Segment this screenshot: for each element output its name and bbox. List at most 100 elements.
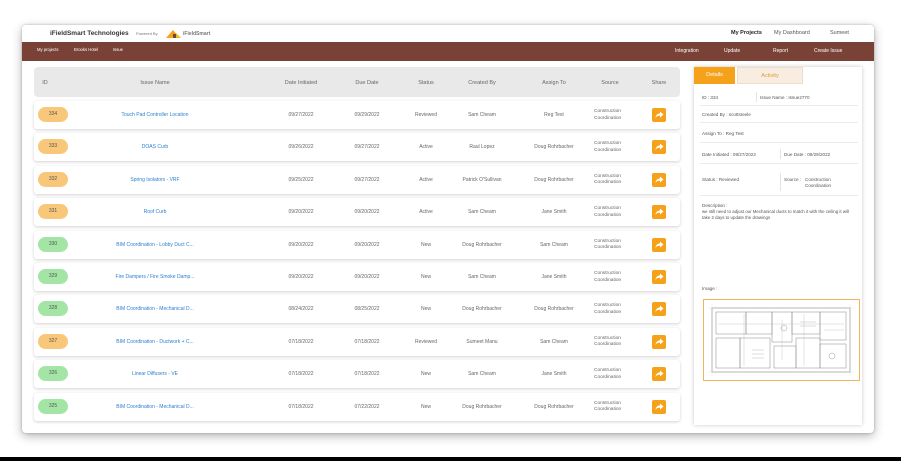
col-status: Status: [418, 80, 434, 86]
table-row[interactable]: 330 BIM Coordination - Lobby Duct C... 09/…: [34, 230, 680, 259]
share-arrow-icon: [655, 370, 663, 378]
share-button[interactable]: [652, 140, 666, 155]
table-row[interactable]: 325 BIM Coordination - Mechanical D... 07/…: [34, 392, 680, 421]
cell-issue-name[interactable]: BIM Coordination - Mechanical D...: [116, 404, 194, 410]
col-source: Source: [601, 80, 619, 86]
cell-source: Construction Coordination: [594, 335, 622, 348]
cell-assign-to: Doug Rohrbacher: [534, 306, 574, 313]
table-row[interactable]: 332 Spring Isolators - VRF 09/25/2022 09/27…: [34, 165, 680, 194]
issue-id-badge[interactable]: 333: [38, 139, 68, 155]
cell-date-initiated: 07/18/2022: [288, 403, 314, 410]
detail-source-line1: Construction: [805, 177, 831, 182]
share-arrow-icon: [655, 143, 663, 151]
share-button[interactable]: [652, 367, 666, 382]
cell-assign-to: Reg Test: [544, 112, 564, 118]
nav-update[interactable]: Update: [724, 48, 740, 54]
issue-id-badge[interactable]: 331: [38, 204, 68, 220]
cell-assign-to: Jane Smith: [541, 274, 567, 280]
table-row[interactable]: 327 BIM Coordination - Ductwork + C... 07/…: [34, 327, 680, 356]
cell-status: New: [420, 241, 432, 248]
issue-id-badge[interactable]: 325: [38, 398, 68, 414]
detail-date-initiated: Date Initiated : 09/27/2022: [702, 152, 756, 157]
cell-due-date: 09/20/2022: [354, 241, 380, 248]
share-arrow-icon: [655, 273, 663, 280]
cell-assign-to: Doug Rohrbacher: [534, 403, 574, 410]
nav-report[interactable]: Report: [773, 48, 788, 54]
share-button[interactable]: [652, 205, 666, 220]
cell-source: Construction Coordination: [594, 303, 622, 315]
share-button[interactable]: [652, 237, 666, 252]
col-share: Share: [651, 80, 667, 86]
detail-source-label: Source :: [784, 177, 802, 182]
col-due-date: Due Date: [355, 80, 379, 86]
detail-id: ID : 334: [702, 95, 719, 100]
share-button[interactable]: [652, 172, 666, 187]
cell-assign-to: Jane Smith: [541, 209, 567, 216]
cell-assign-to: Doug Rohrbacher: [534, 176, 574, 183]
cell-issue-name[interactable]: BIM Coordination - Mechanical D...: [116, 306, 194, 312]
table-row[interactable]: 331 Roof Curb 09/20/2022 09/20/2022 Active Sa…: [34, 198, 680, 227]
table-row[interactable]: 326 Linear Diffusers - VE 07/18/2022 07/18/…: [34, 360, 680, 389]
table-row[interactable]: 333 DOAS Curb 09/26/2022 09/27/2022 Active Ra…: [34, 133, 680, 162]
issue-id-badge[interactable]: 334: [38, 107, 68, 122]
cell-source: Construction Coordination: [594, 368, 622, 380]
issue-id-badge[interactable]: 329: [38, 269, 68, 284]
cell-issue-name[interactable]: DOAS Curb: [142, 144, 168, 150]
nav-my-dashboard[interactable]: My Dashboard: [774, 30, 810, 36]
cell-date-initiated: 07/18/2022: [288, 338, 314, 345]
tab-details[interactable]: Details: [694, 67, 735, 84]
breadcrumb-brooks-hotel[interactable]: Brooks Hotel: [74, 47, 98, 52]
table-row[interactable]: 334 Touch Pad Controller Location 09/27/20…: [34, 101, 680, 129]
top-header: iFieldSmart Technologies Powered By iFie…: [22, 25, 874, 42]
cell-issue-name[interactable]: Touch Pad Controller Location: [122, 112, 189, 118]
app-window: iFieldSmart Technologies Powered By iFie…: [22, 25, 874, 433]
col-assign-to: Assign To: [542, 80, 566, 86]
cell-issue-name[interactable]: Linear Diffusers - VE: [132, 371, 178, 377]
divider: [700, 142, 858, 143]
cell-status: Reviewed: [415, 112, 437, 118]
cell-issue-name[interactable]: Roof Curb: [144, 209, 167, 215]
share-button[interactable]: [652, 108, 666, 122]
issue-id-badge[interactable]: 332: [38, 171, 68, 187]
share-button[interactable]: [652, 334, 666, 349]
share-button[interactable]: [652, 270, 666, 284]
nav-user-sumeet[interactable]: Sumeet: [830, 30, 849, 36]
issue-id-badge[interactable]: 327: [38, 333, 68, 349]
cell-due-date: 09/29/2022: [354, 112, 380, 118]
share-arrow-icon: [655, 111, 663, 118]
cell-issue-name[interactable]: Fire Dampers / Fire Smoke Damp...: [116, 274, 195, 280]
issue-drawing-image[interactable]: [703, 299, 860, 381]
breadcrumb-issue[interactable]: Issue: [113, 47, 123, 52]
cell-issue-name[interactable]: BIM Coordination - Lobby Duct C...: [116, 242, 194, 248]
divider: [756, 92, 757, 102]
nav-integration[interactable]: Integration: [675, 48, 699, 54]
cell-created-by: Sam Cheam: [468, 371, 496, 378]
share-button[interactable]: [652, 302, 666, 317]
detail-assign-to: Assign To : Reg Test: [702, 131, 744, 136]
issue-id-badge[interactable]: 328: [38, 301, 68, 317]
table-row[interactable]: 329 Fire Dampers / Fire Smoke Damp... 09/2…: [34, 263, 680, 291]
detail-status: Status : Reviewed: [702, 177, 740, 182]
cell-due-date: 09/20/2022: [354, 209, 380, 216]
cell-assign-to: Sam Cheam: [540, 338, 568, 345]
detail-description-label: Description :: [702, 203, 728, 208]
breadcrumb-my-projects[interactable]: My projects: [37, 47, 58, 52]
issue-id-badge[interactable]: 330: [38, 236, 68, 252]
cell-issue-name[interactable]: Spring Isolators - VRF: [130, 177, 179, 183]
cell-created-by: Sam Cheam: [468, 112, 496, 118]
divider: [780, 149, 781, 159]
table-row[interactable]: 328 BIM Coordination - Mechanical D... 08/…: [34, 295, 680, 324]
cell-status: Active: [419, 209, 433, 216]
cell-date-initiated: 09/27/2022: [288, 112, 314, 118]
share-button[interactable]: [652, 399, 666, 414]
cell-status: Reviewed: [415, 338, 437, 345]
nav-my-projects[interactable]: My Projects: [731, 30, 762, 36]
tab-activity[interactable]: Activity: [737, 67, 803, 84]
cell-date-initiated: 07/18/2022: [288, 371, 314, 378]
cell-created-by: Sumeet Manu: [466, 338, 498, 345]
issue-id-badge[interactable]: 326: [38, 366, 68, 382]
cell-issue-name[interactable]: BIM Coordination - Ductwork + C...: [116, 339, 193, 345]
cell-due-date: 08/25/2022: [354, 306, 380, 313]
nav-create-issue[interactable]: Create Issue: [814, 48, 842, 54]
cell-status: Active: [419, 144, 433, 151]
